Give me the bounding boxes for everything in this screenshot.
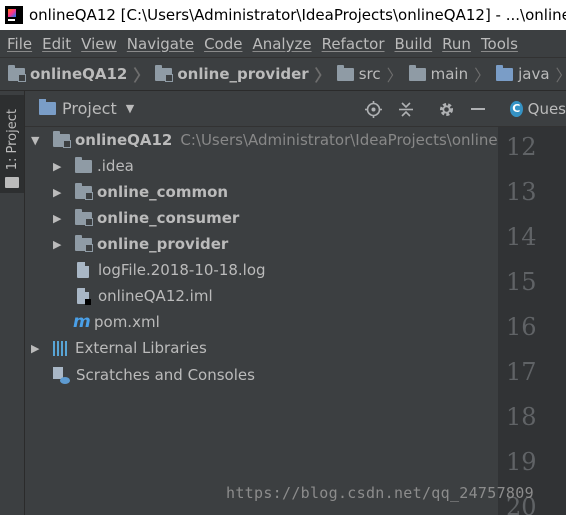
- breadcrumb-item-src[interactable]: src 〉: [336, 62, 409, 86]
- tree-item-online-provider[interactable]: ▶ online_provider: [53, 231, 228, 257]
- tree-item-label: online_consumer: [97, 209, 240, 227]
- project-panel: Project ▼ ▼ onlineQA12 C:\Users\Administ…: [25, 91, 539, 515]
- tree-item-label: pom.xml: [94, 313, 160, 331]
- panel-header: Project ▼: [25, 91, 498, 127]
- folder-icon: [75, 156, 92, 173]
- project-path: C:\Users\Administrator\IdeaProjects\onli…: [180, 131, 539, 149]
- line-number: 13: [506, 178, 537, 206]
- menu-code[interactable]: Code: [204, 35, 242, 53]
- chevron-right-icon[interactable]: ▶: [53, 186, 67, 199]
- tree-item-idea[interactable]: ▶ .idea: [53, 153, 134, 179]
- tree-item-pom[interactable]: m pom.xml: [73, 309, 160, 335]
- line-number: 12: [506, 133, 537, 161]
- module-folder-icon: [75, 208, 93, 226]
- chevron-right-icon: 〉: [133, 66, 150, 85]
- breadcrumb: onlineQA12 〉 online_provider 〉 src 〉 mai…: [0, 57, 566, 91]
- editor-tab[interactable]: Ques: [528, 100, 566, 118]
- chevron-right-icon: 〉: [556, 62, 566, 86]
- window-title-bar: onlineQA12 [C:\Users\Administrator\IdeaP…: [0, 0, 566, 30]
- class-icon: C: [510, 100, 523, 117]
- project-folder-icon: [53, 130, 71, 148]
- menu-navigate[interactable]: Navigate: [127, 35, 194, 53]
- intellij-app-icon: [5, 6, 23, 24]
- chevron-right-icon: 〉: [386, 66, 403, 85]
- tree-item-external-libraries[interactable]: ▶ External Libraries: [31, 335, 207, 361]
- breadcrumb-item-module[interactable]: online_provider 〉: [155, 62, 336, 86]
- collapse-all-icon[interactable]: [397, 100, 415, 118]
- left-tool-strip: 1: Project: [0, 91, 25, 515]
- breadcrumb-item-main[interactable]: main 〉: [408, 62, 497, 86]
- panel-title[interactable]: Project: [62, 99, 117, 118]
- module-folder-icon: [155, 64, 174, 82]
- line-number: 18: [506, 403, 537, 431]
- menu-build[interactable]: Build: [395, 35, 433, 53]
- breadcrumb-item-project[interactable]: onlineQA12 〉: [8, 62, 155, 86]
- tree-item-scratches[interactable]: Scratches and Consoles: [53, 362, 255, 388]
- menu-run[interactable]: Run: [442, 35, 471, 53]
- maven-icon: m: [73, 312, 91, 332]
- breadcrumb-label: main: [430, 65, 469, 83]
- tree-item-iml-file[interactable]: onlineQA12.iml: [77, 283, 213, 309]
- breadcrumb-label: online_provider: [177, 65, 309, 83]
- settings-icon[interactable]: [437, 100, 455, 118]
- tree-item-label: online_provider: [97, 235, 229, 253]
- tree-item-label: onlineQA12: [75, 131, 173, 149]
- tree-item-online-consumer[interactable]: ▶ online_consumer: [53, 205, 239, 231]
- watermark: https://blog.csdn.net/qq_24757809: [226, 484, 534, 502]
- line-number: 14: [506, 223, 537, 251]
- tree-item-label: logFile.2018-10-18.log: [98, 261, 266, 279]
- chevron-right-icon: 〉: [474, 66, 491, 85]
- tree-item-label: onlineQA12.iml: [98, 287, 213, 305]
- tree-item-log-file[interactable]: logFile.2018-10-18.log: [77, 257, 266, 283]
- menu-tools[interactable]: Tools: [481, 35, 518, 53]
- folder-icon: [336, 64, 354, 81]
- breadcrumb-item-java[interactable]: java 〉: [496, 62, 566, 86]
- menu-view[interactable]: View: [81, 35, 117, 53]
- chevron-right-icon: 〉: [314, 66, 331, 85]
- chevron-down-icon[interactable]: ▼: [31, 134, 45, 147]
- menu-bar: File Edit View Navigate Code Analyze Ref…: [0, 30, 566, 57]
- breadcrumb-label: onlineQA12: [30, 65, 128, 83]
- chevron-right-icon[interactable]: ▶: [53, 238, 67, 251]
- menu-analyze[interactable]: Analyze: [252, 35, 311, 53]
- editor-area: C Ques 12 13 14 15 16 17 18 19 20: [498, 91, 566, 515]
- breadcrumb-label: java: [518, 65, 550, 83]
- tree-item-label: External Libraries: [75, 339, 207, 357]
- line-number: 17: [506, 358, 537, 386]
- text-file-icon: [77, 262, 89, 278]
- tree-root-item[interactable]: ▼ onlineQA12 C:\Users\Administrator\Idea…: [31, 127, 539, 153]
- folder-icon: [5, 177, 19, 188]
- line-number-gutter: 12 13 14 15 16 17 18 19 20: [498, 127, 566, 515]
- window-title: onlineQA12 [C:\Users\Administrator\IdeaP…: [29, 6, 566, 24]
- project-folder-icon: [8, 64, 26, 82]
- menu-refactor[interactable]: Refactor: [322, 35, 385, 53]
- module-folder-icon: [75, 182, 93, 200]
- breadcrumb-label: src: [358, 65, 381, 83]
- tree-item-label: Scratches and Consoles: [76, 366, 255, 384]
- line-number: 19: [506, 448, 537, 476]
- tree-item-label: .idea: [97, 157, 134, 175]
- locate-icon[interactable]: [364, 100, 382, 118]
- chevron-down-icon[interactable]: ▼: [126, 102, 134, 115]
- source-folder-icon: [496, 64, 514, 81]
- minimize-icon[interactable]: [469, 100, 487, 118]
- project-view-icon: [39, 99, 56, 115]
- libraries-icon: [53, 340, 69, 356]
- module-folder-icon: [75, 234, 93, 252]
- tool-window-tab-project[interactable]: 1: Project: [0, 95, 24, 193]
- menu-edit[interactable]: Edit: [42, 35, 71, 53]
- menu-file[interactable]: File: [7, 35, 32, 53]
- folder-icon: [408, 64, 426, 81]
- chevron-right-icon[interactable]: ▶: [53, 160, 67, 173]
- editor-tab-bar: C Ques: [498, 91, 566, 127]
- chevron-right-icon[interactable]: ▶: [31, 342, 45, 355]
- module-file-icon: [77, 288, 91, 305]
- line-number: 15: [506, 268, 537, 296]
- tool-window-label: 1: Project: [5, 109, 20, 171]
- line-number: 16: [506, 313, 537, 341]
- scratches-icon: [53, 366, 70, 384]
- tree-item-online-common[interactable]: ▶ online_common: [53, 179, 228, 205]
- tree-item-label: online_common: [97, 183, 229, 201]
- chevron-right-icon[interactable]: ▶: [53, 212, 67, 225]
